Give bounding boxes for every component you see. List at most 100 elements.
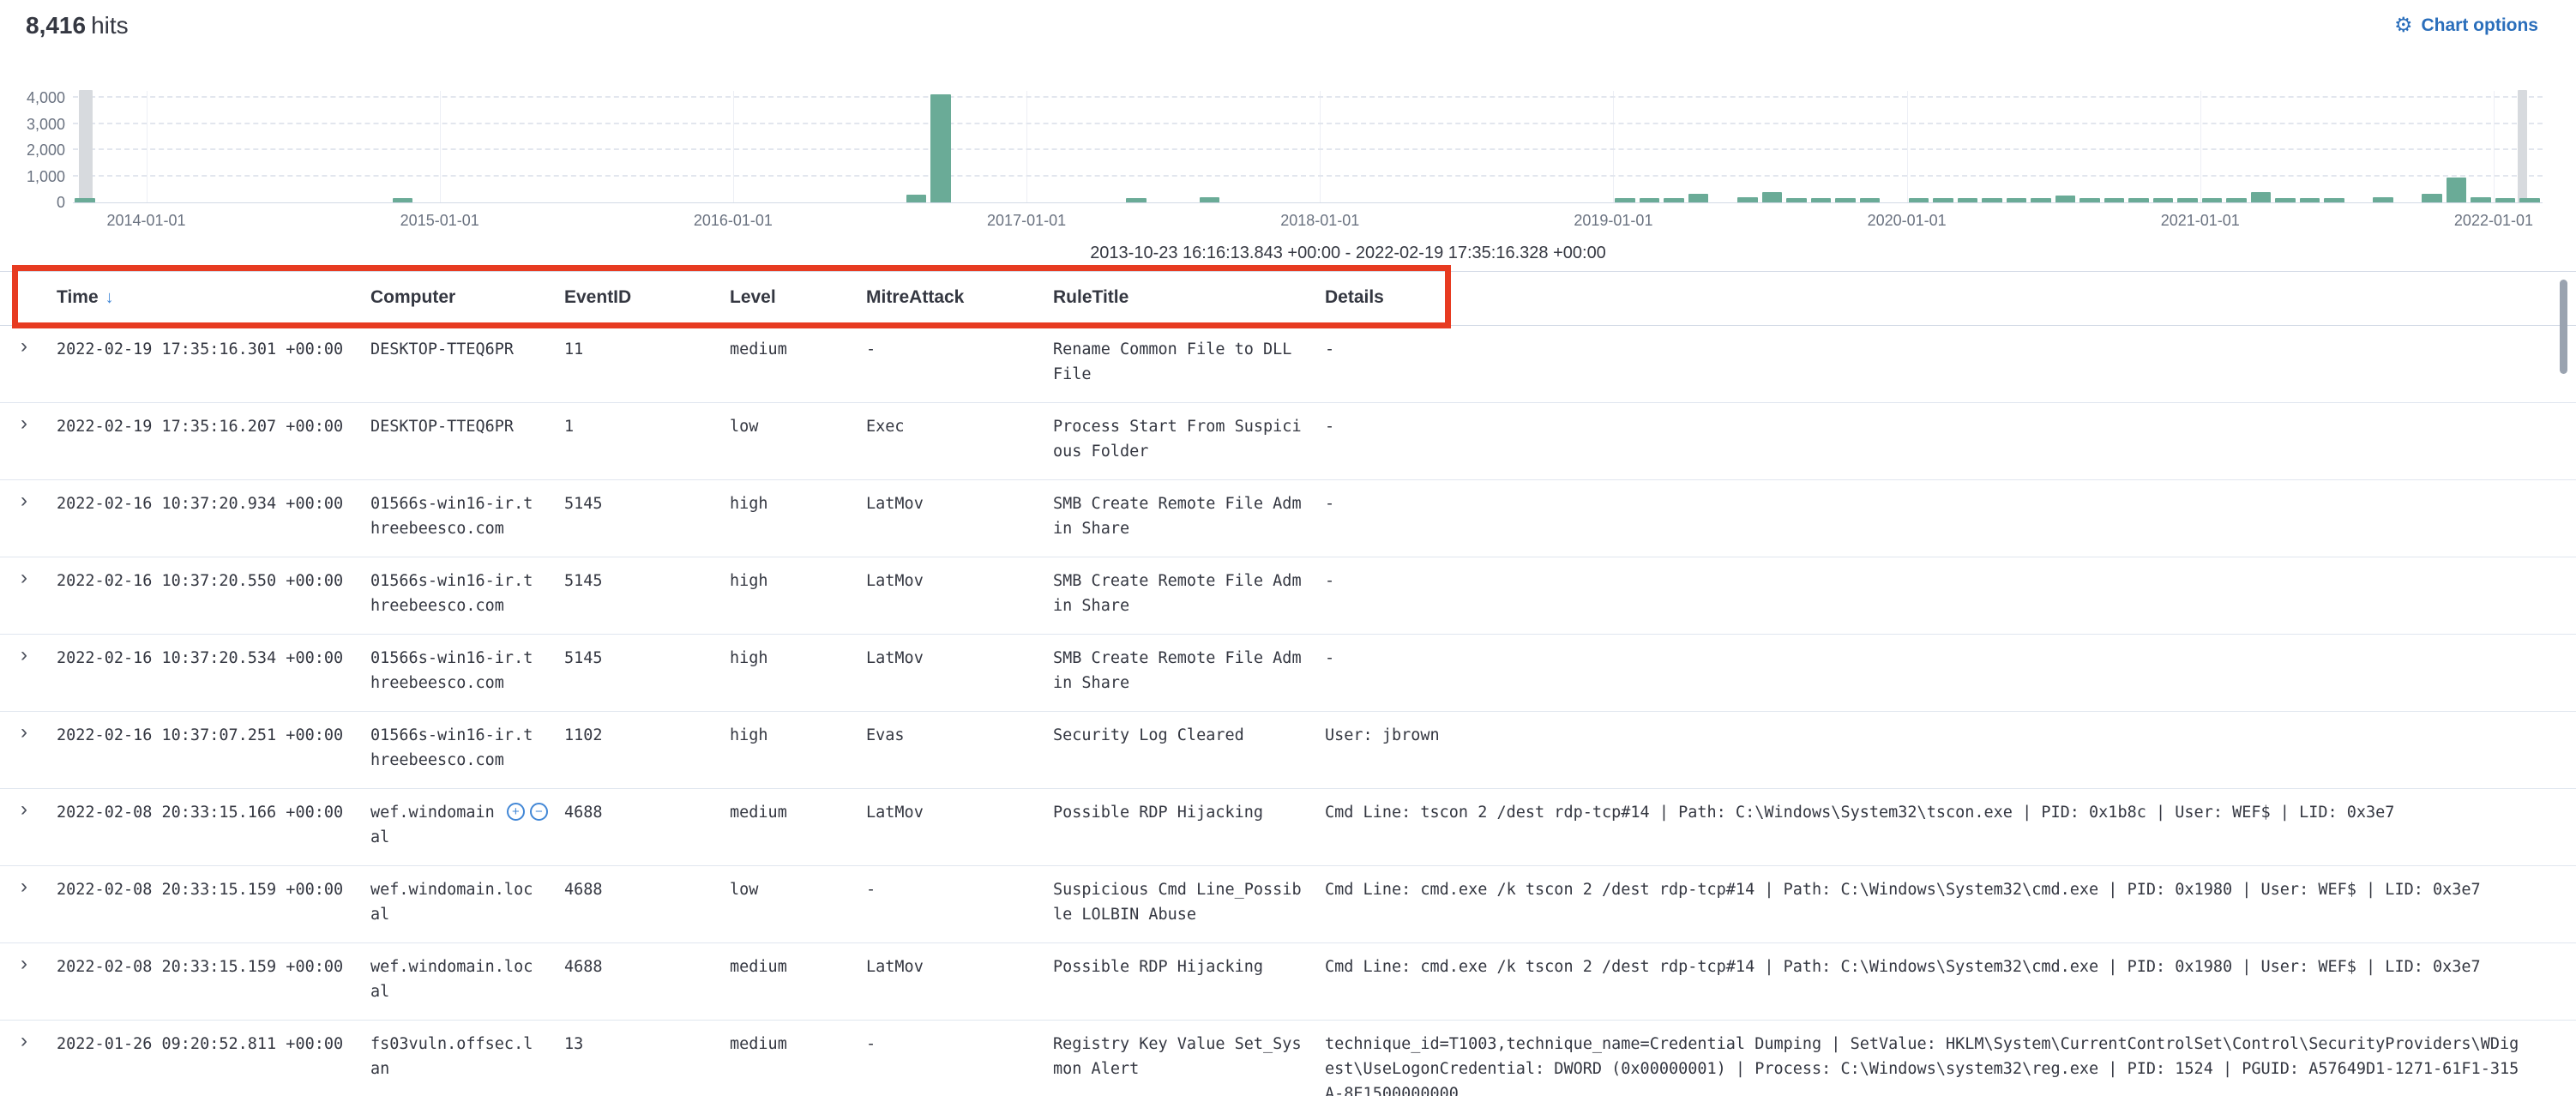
- histogram-bar: [2300, 198, 2320, 202]
- expand-row-button[interactable]: ›: [21, 644, 27, 666]
- cell-rule-title: Process Start From Suspici ous Folder: [1053, 403, 1325, 464]
- year-gridline: [1613, 91, 1614, 202]
- histogram-plot-area[interactable]: [73, 91, 2543, 203]
- time-range-label: 2013-10-23 16:16:13.843 +00:00 - 2022-02…: [0, 244, 2576, 263]
- expand-row-button[interactable]: ›: [21, 876, 27, 898]
- expand-row-button[interactable]: ›: [21, 721, 27, 744]
- cell-event-id: 11: [564, 326, 730, 362]
- annotation-box: [12, 265, 1451, 328]
- histogram-bar: [1762, 192, 1783, 202]
- y-gridline: [73, 148, 2543, 150]
- x-axis-tick-label: 2018-01-01: [1255, 212, 1384, 230]
- histogram-bar: [1811, 198, 1832, 202]
- histogram-bar: [2471, 197, 2491, 202]
- histogram-bar: [1664, 198, 1684, 202]
- expand-row-button[interactable]: ›: [21, 490, 27, 512]
- histogram-bar: [930, 94, 951, 202]
- histogram-bar: [906, 195, 927, 202]
- cell-computer: wef.windomain +− al: [370, 789, 564, 850]
- table-row: ›2022-02-08 20:33:15.166 +00:00wef.windo…: [0, 789, 2576, 866]
- cell-details: Cmd Line: tscon 2 /dest rdp-tcp#14 | Pat…: [1325, 789, 2576, 825]
- histogram-bar: [1958, 198, 1978, 202]
- histogram-bar: [2202, 198, 2223, 202]
- histogram-bar: [1200, 197, 1220, 202]
- histogram-bar: [1615, 198, 1635, 202]
- y-axis-tick-label: 3,000: [0, 116, 65, 134]
- cell-computer: fs03vuln.offsec.l an: [370, 1021, 564, 1081]
- histogram-bar: [2422, 194, 2442, 202]
- discover-screen: 8,416hits ⚙ Chart options 01,0002,0003,0…: [0, 0, 2576, 1096]
- table-row: › 2022-01-26 09:20:52.811 +00:00fs03vuln.…: [0, 1021, 2576, 1096]
- events-table: Time↓ComputerEventIDLevelMitreAttackRule…: [0, 271, 2576, 1096]
- cell-time: 2022-02-16 10:37:20.934 +00:00: [57, 480, 370, 516]
- cell-level: high: [730, 557, 866, 593]
- cell-details: -: [1325, 635, 2576, 671]
- histogram-bar: [2275, 198, 2296, 202]
- cell-computer: wef.windomain.loc al: [370, 943, 564, 1004]
- x-axis-tick-label: 2014-01-01: [82, 212, 211, 230]
- cell-event-id: 13: [564, 1021, 730, 1057]
- histogram-bar: [2251, 192, 2272, 202]
- cell-time: 2022-02-19 17:35:16.301 +00:00: [57, 326, 370, 362]
- x-axis-tick-label: 2016-01-01: [669, 212, 797, 230]
- histogram-bar: [1688, 194, 1709, 202]
- column-header-details[interactable]: Details: [1325, 272, 2576, 325]
- cell-time: 2022-01-26 09:20:52.811 +00:00: [57, 1021, 370, 1057]
- cell-computer: DESKTOP-TTEQ6PR: [370, 403, 564, 439]
- histogram-chart: 01,0002,0003,0004,000 2014-01-012015-01-…: [0, 91, 2576, 271]
- histogram-bar: [75, 198, 95, 202]
- histogram-bar: [1860, 198, 1881, 202]
- cell-computer: 01566s-win16-ir.t hreebeesco.com: [370, 635, 564, 696]
- y-axis-tick-label: 2,000: [0, 142, 65, 160]
- cell-mitre: LatMov: [866, 557, 1053, 593]
- expand-row-button[interactable]: ›: [21, 798, 27, 821]
- year-gridline: [1907, 91, 1908, 202]
- cell-rule-title: SMB Create Remote File Adm in Share: [1053, 557, 1325, 618]
- cell-event-id: 1102: [564, 712, 730, 748]
- expand-row-button[interactable]: ›: [21, 953, 27, 975]
- y-gridline: [73, 96, 2543, 98]
- year-gridline: [2494, 91, 2495, 202]
- hits-number: 8,416: [26, 12, 86, 39]
- expand-cell: ›: [0, 635, 57, 669]
- expand-row-button[interactable]: ›: [21, 1030, 27, 1052]
- expand-row-button[interactable]: ›: [21, 413, 27, 435]
- cell-rule-title: Suspicious Cmd Line_Possib le LOLBIN Abu…: [1053, 866, 1325, 927]
- cell-rule-title: SMB Create Remote File Adm in Share: [1053, 480, 1325, 541]
- filter-out-value-icon[interactable]: −: [530, 803, 548, 821]
- cell-computer: 01566s-win16-ir.t hreebeesco.com: [370, 712, 564, 773]
- cell-event-id: 1: [564, 403, 730, 439]
- expand-row-button[interactable]: ›: [21, 335, 27, 358]
- cell-rule-title: Possible RDP Hijacking: [1053, 789, 1325, 825]
- cell-level: low: [730, 403, 866, 439]
- gear-icon: ⚙: [2394, 16, 2413, 35]
- table-row: ›2022-02-16 10:37:07.251 +00:0001566s-wi…: [0, 712, 2576, 789]
- table-row: ›2022-02-16 10:37:20.534 +00:0001566s-wi…: [0, 635, 2576, 712]
- y-gridline: [73, 123, 2543, 124]
- cell-level: medium: [730, 1021, 866, 1057]
- expand-row-button[interactable]: ›: [21, 567, 27, 589]
- cell-rule-title: Possible RDP Hijacking: [1053, 943, 1325, 979]
- filter-for-value-icon[interactable]: +: [507, 803, 525, 821]
- cell-level: medium: [730, 943, 866, 979]
- cell-time: 2022-02-08 20:33:15.159 +00:00: [57, 943, 370, 979]
- cell-level: high: [730, 712, 866, 748]
- histogram-bar: [2007, 198, 2027, 202]
- year-gridline: [733, 91, 734, 202]
- expand-cell: ›: [0, 943, 57, 978]
- histogram-bar: [2079, 198, 2100, 202]
- x-axis-tick-label: 2019-01-01: [1549, 212, 1677, 230]
- cell-level: medium: [730, 326, 866, 362]
- cell-time: 2022-02-19 17:35:16.207 +00:00: [57, 403, 370, 439]
- cell-event-id: 5145: [564, 557, 730, 593]
- chart-options-label: Chart options: [2422, 15, 2539, 36]
- histogram-bar: [2519, 198, 2540, 202]
- chart-options-button[interactable]: ⚙ Chart options: [2394, 15, 2538, 36]
- x-axis-tick-label: 2021-01-01: [2136, 212, 2265, 230]
- histogram-bar: [2153, 198, 2174, 202]
- scrollbar-thumb[interactable]: [2560, 280, 2567, 374]
- expand-cell: ›: [0, 866, 57, 900]
- cell-details: Cmd Line: cmd.exe /k tscon 2 /dest rdp-t…: [1325, 943, 2576, 979]
- y-axis-tick-label: 4,000: [0, 89, 65, 107]
- cell-event-id: 4688: [564, 943, 730, 979]
